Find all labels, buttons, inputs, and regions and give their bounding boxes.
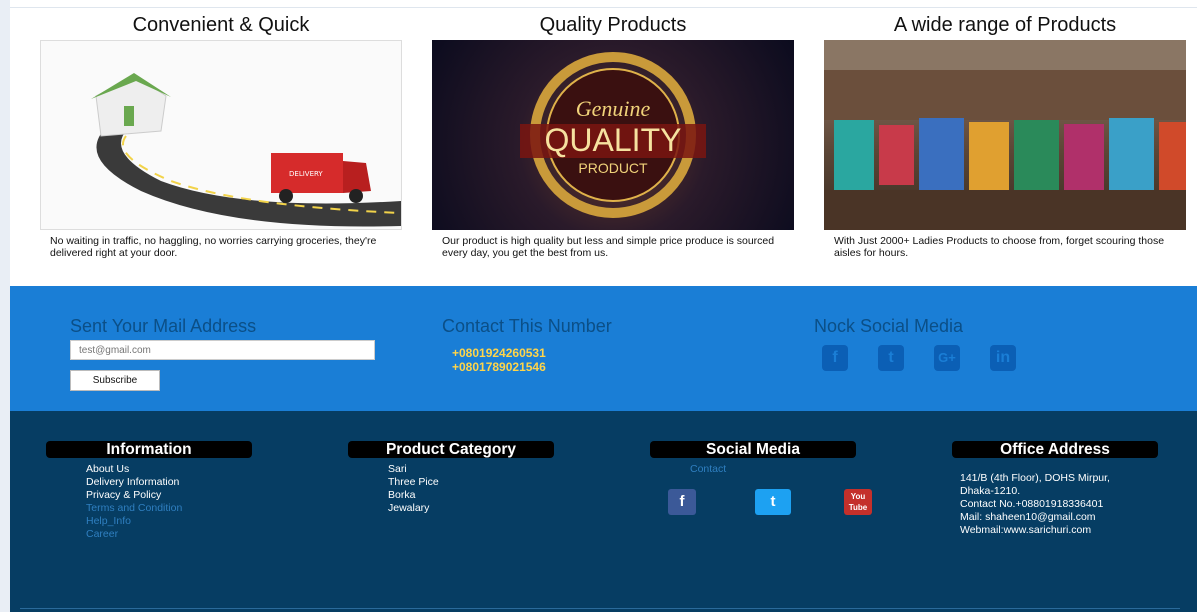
address-line-2: Dhaka-1210. <box>960 485 1021 497</box>
link-help-info[interactable]: Help_Info <box>86 515 131 528</box>
store-shelves-photo <box>824 40 1186 230</box>
divider <box>10 7 1197 8</box>
email-input[interactable] <box>70 340 375 360</box>
social-media-heading: Social Media <box>650 441 856 458</box>
feature-text: No waiting in traffic, no haggling, no w… <box>50 235 377 259</box>
address-line-1: 141/B (4th Floor), DOHS Mirpur, <box>960 472 1110 484</box>
feature-quality: Quality Products Genuine QUALITY PRODUCT… <box>432 12 794 258</box>
twitter-icon[interactable]: t <box>878 345 904 371</box>
badge-line3: PRODUCT <box>578 160 648 176</box>
feature-range: A wide range of Products With Just 2000+… <box>824 12 1186 258</box>
google-plus-icon[interactable]: G+ <box>934 345 960 371</box>
link-delivery-information[interactable]: Delivery Information <box>86 476 179 489</box>
link-terms[interactable]: Terms and Condition <box>86 502 182 515</box>
link-contact[interactable]: Contact <box>690 463 726 476</box>
social-band-title: Nock Social Media <box>814 316 964 336</box>
address-contact: Contact No.+08801918336401 <box>960 498 1104 510</box>
feature-text: With Just 2000+ Ladies Products to choos… <box>834 235 1165 259</box>
newsletter-title: Sent Your Mail Address <box>70 316 257 336</box>
contact-title: Contact This Number <box>442 316 612 336</box>
facebook-icon[interactable]: f <box>822 345 848 371</box>
subscribe-button[interactable]: Subscribe <box>70 370 160 391</box>
badge-line1: Genuine <box>576 96 651 121</box>
link-borka[interactable]: Borka <box>388 489 415 502</box>
badge-line2: QUALITY <box>545 122 682 158</box>
page: Convenient & Quick DELIVERY No waiting i… <box>10 0 1197 612</box>
feature-text: Our product is high quality but less and… <box>442 235 775 259</box>
link-privacy-policy[interactable]: Privacy & Policy <box>86 489 161 502</box>
divider <box>20 608 1180 609</box>
product-category-heading: Product Category <box>348 441 554 458</box>
feature-title: Convenient & Quick <box>132 14 310 36</box>
svg-text:DELIVERY: DELIVERY <box>289 170 323 178</box>
link-career[interactable]: Career <box>86 528 118 541</box>
phone-number-2[interactable]: +0801789021546 <box>452 360 546 374</box>
information-heading: Information <box>46 441 252 458</box>
delivery-truck-illustration: DELIVERY <box>40 40 402 230</box>
link-jewalary[interactable]: Jewalary <box>388 502 429 515</box>
office-address: 141/B (4th Floor), DOHS Mirpur, Dhaka-12… <box>960 472 1190 537</box>
quality-badge-image: Genuine QUALITY PRODUCT <box>432 40 794 230</box>
feature-convenient: Convenient & Quick DELIVERY No waiting i… <box>40 12 402 258</box>
feature-title: A wide range of Products <box>893 14 1117 36</box>
link-about-us[interactable]: About Us <box>86 463 129 476</box>
twitter-icon[interactable]: t <box>755 489 791 515</box>
link-sari[interactable]: Sari <box>388 463 407 476</box>
feature-title: Quality Products <box>539 14 687 36</box>
office-address-heading: Office Address <box>952 441 1158 458</box>
phone-number-1[interactable]: +0801924260531 <box>452 346 546 360</box>
address-mail: Mail: shaheen10@gmail.com <box>960 511 1096 523</box>
footer: Information About Us Delivery Informatio… <box>10 411 1197 612</box>
linkedin-icon[interactable]: in <box>990 345 1016 371</box>
facebook-icon[interactable]: f <box>668 489 696 515</box>
address-webmail: Webmail:www.sarichuri.com <box>960 524 1092 536</box>
newsletter-band: Sent Your Mail Address Subscribe Contact… <box>10 286 1197 411</box>
link-three-pice[interactable]: Three Pice <box>388 476 439 489</box>
youtube-icon[interactable]: You Tube <box>844 489 872 515</box>
